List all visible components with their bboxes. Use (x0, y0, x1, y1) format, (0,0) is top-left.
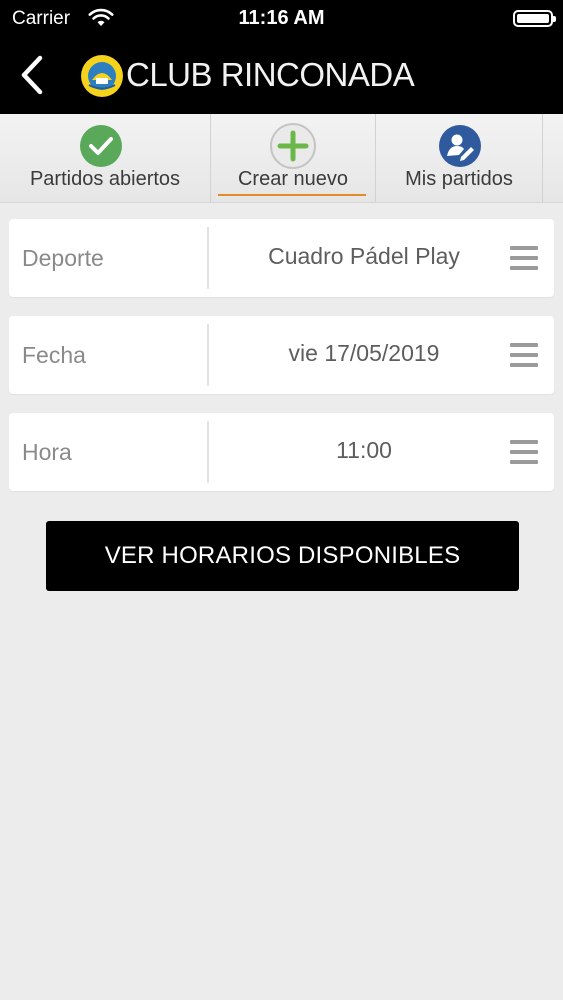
tab-partidos-abiertos[interactable]: Partidos abiertos (0, 114, 210, 202)
tab-label: Mis partidos (405, 168, 513, 190)
tab-mis-partidos[interactable]: Mis partidos (376, 114, 542, 202)
field-divider (207, 227, 209, 289)
menu-icon[interactable] (510, 246, 538, 270)
tab-label: Partidos abiertos (29, 168, 181, 190)
chevron-left-icon (21, 55, 43, 95)
date-selector[interactable]: Fecha vie 17/05/2019 (9, 316, 554, 394)
tab-crear-nuevo[interactable]: Crear nuevo (211, 114, 375, 202)
nav-bar: CLUB RINCONADA (0, 38, 563, 114)
check-circle-icon (79, 124, 123, 168)
tab-label: Crear nuevo (237, 168, 349, 190)
field-divider (207, 324, 209, 386)
field-value: 11:00 (336, 437, 392, 463)
field-value: Cuadro Pádel Play (268, 243, 460, 269)
status-bar: Carrier 11:16 AM (0, 0, 563, 38)
menu-icon[interactable] (510, 343, 538, 367)
field-label: Hora (22, 439, 72, 465)
active-tab-indicator (218, 194, 366, 196)
plus-circle-icon (270, 123, 316, 169)
field-value: vie 17/05/2019 (288, 340, 440, 366)
field-divider (207, 421, 209, 483)
field-label: Fecha (22, 342, 86, 368)
time-selector[interactable]: Hora 11:00 (9, 413, 554, 491)
tab-divider (542, 114, 543, 202)
view-available-times-button[interactable]: VER HORARIOS DISPONIBLES (46, 521, 519, 591)
sport-selector[interactable]: Deporte Cuadro Pádel Play (9, 219, 554, 297)
battery-icon (513, 10, 556, 27)
clock: 11:16 AM (238, 7, 325, 29)
match-tabs: Partidos abiertos Crear nuevo Mis partid… (0, 114, 563, 203)
field-label: Deporte (22, 245, 104, 271)
brand-title: CLUB RINCONADA (126, 56, 415, 93)
back-button[interactable] (14, 52, 54, 98)
menu-icon[interactable] (510, 440, 538, 464)
club-logo-icon (80, 54, 124, 98)
user-edit-icon (438, 124, 482, 168)
